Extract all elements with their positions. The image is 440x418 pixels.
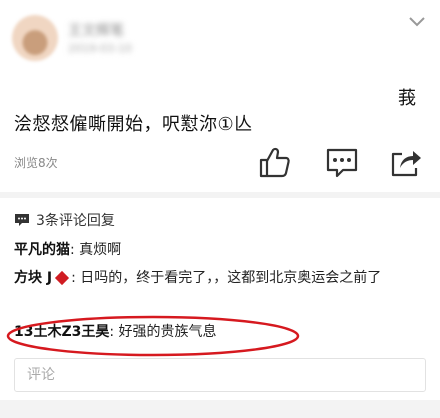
comment-text: 真烦啊 [79,242,122,258]
thumbs-up-icon[interactable] [256,144,292,180]
comment-user[interactable]: 方块 J [14,270,52,286]
comment-count-header[interactable]: 3条评论回复 [14,210,115,230]
post-text: 浍惄惄僱嘶開始，呎懟沵①亾 [14,114,253,135]
comment-count-label: 3条评论回复 [36,213,115,229]
side-character: 莪 [398,88,416,109]
comment-item: 平凡的猫: 真烦啊 [14,242,122,258]
author-name[interactable]: 王文辉笔 [68,20,124,40]
comment-input[interactable]: 评论 [14,358,426,392]
diamond-icon [55,270,70,286]
post-time: 2019-03-10 [68,42,132,55]
section-divider [0,192,440,198]
comment-text: 日吗的，终于看完了，，这都到北京奥运会之前了 [80,270,382,286]
comment-user[interactable]: 平凡的猫 [14,242,70,258]
comment-count-icon [15,214,29,226]
highlight-oval [6,315,300,357]
avatar[interactable] [12,15,58,61]
share-icon[interactable] [388,144,424,180]
view-count: 浏览8次 [14,156,58,170]
bottom-divider [0,400,440,418]
chevron-down-icon[interactable] [406,10,428,32]
comment-item: 方块 J: 日吗的，终于看完了，，这都到北京奥运会之前了 [14,270,382,286]
comment-icon[interactable] [324,144,360,180]
